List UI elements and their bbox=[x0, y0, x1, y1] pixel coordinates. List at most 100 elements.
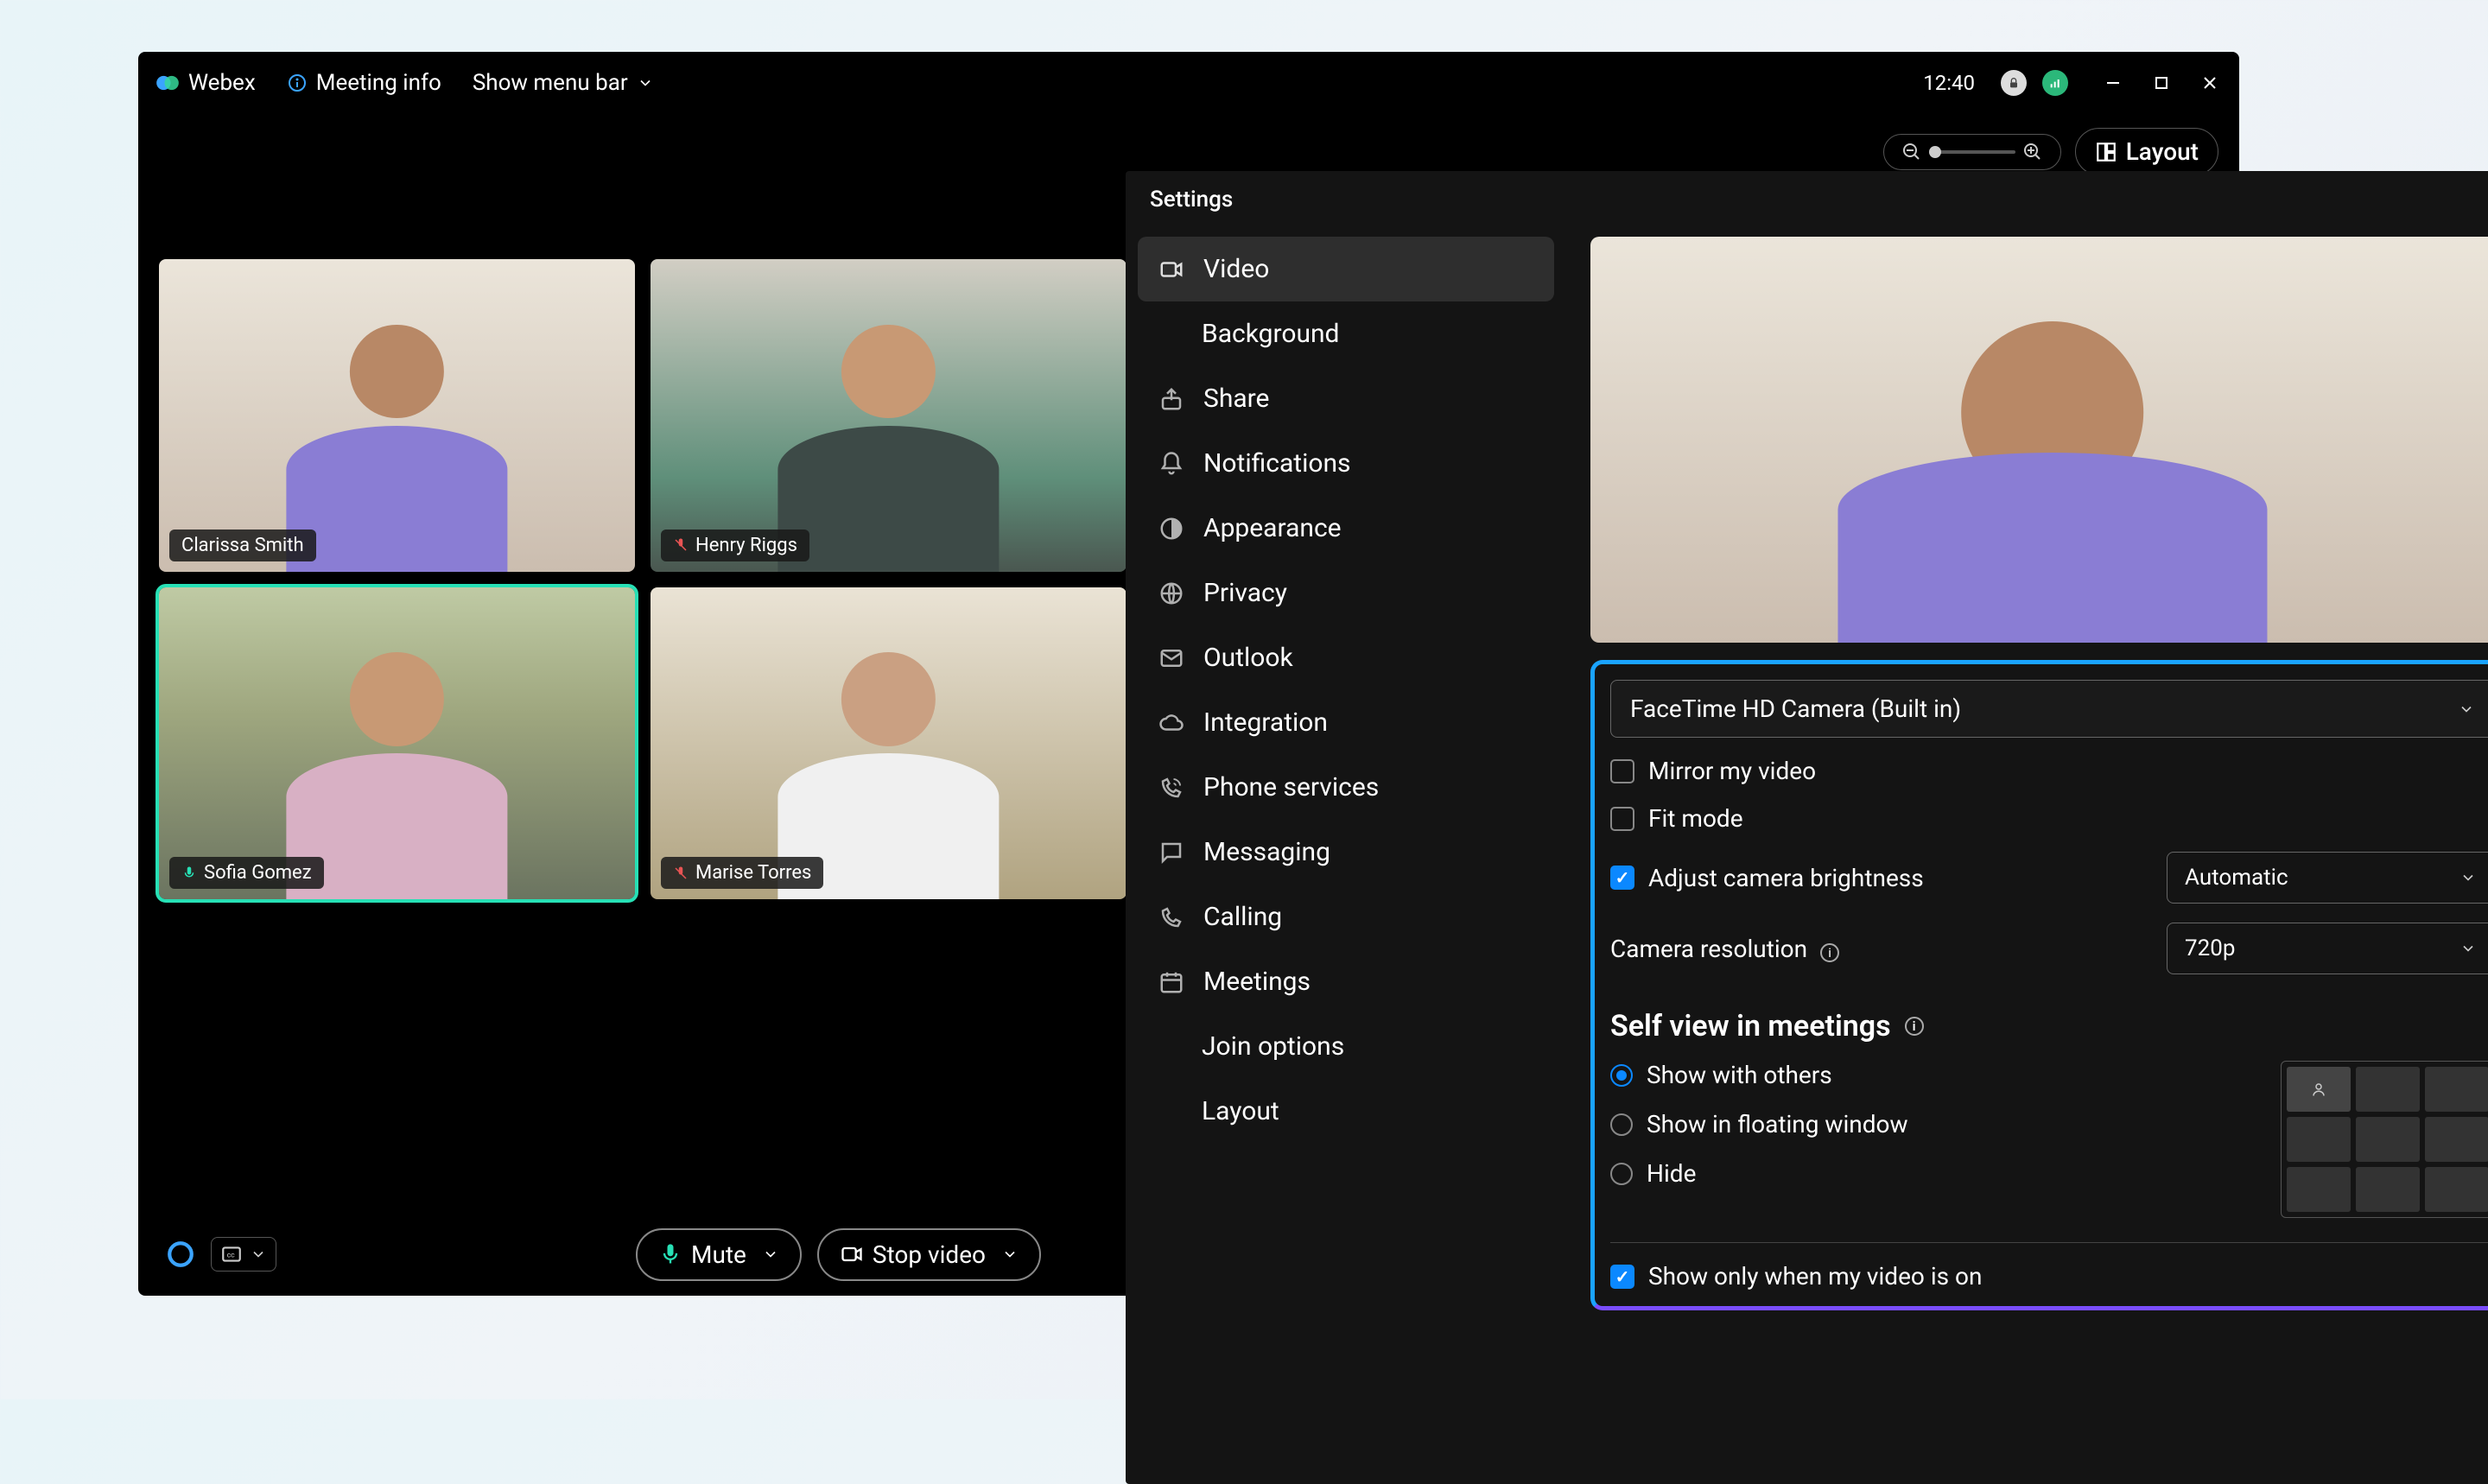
mirror-checkbox[interactable] bbox=[1610, 759, 1634, 783]
nav-privacy[interactable]: Privacy bbox=[1138, 561, 1554, 625]
nav-label: Join options bbox=[1202, 1031, 1344, 1062]
selfview-position-grid[interactable] bbox=[2281, 1061, 2488, 1218]
info-icon[interactable]: i bbox=[1820, 943, 1839, 962]
webex-logo-icon bbox=[156, 71, 180, 95]
grid-position[interactable] bbox=[2287, 1167, 2351, 1212]
selfview-option-hide[interactable]: Hide bbox=[1610, 1159, 2281, 1188]
participant-name: Henry Riggs bbox=[695, 535, 797, 556]
nav-label: Video bbox=[1203, 254, 1269, 284]
show-menu-label: Show menu bar bbox=[473, 70, 628, 96]
grid-position[interactable] bbox=[2425, 1067, 2488, 1112]
close-button[interactable] bbox=[2198, 71, 2222, 95]
window-controls bbox=[2101, 71, 2222, 95]
participant-tile[interactable]: Henry Riggs bbox=[651, 259, 1127, 572]
grid-position[interactable] bbox=[2356, 1117, 2420, 1162]
nav-video[interactable]: Video bbox=[1138, 237, 1554, 301]
share-icon bbox=[1158, 386, 1184, 412]
mute-button[interactable]: Mute bbox=[636, 1228, 802, 1281]
titlebar: Webex Meeting info Show menu bar 12:40 bbox=[138, 52, 2239, 114]
appearance-icon bbox=[1158, 516, 1184, 542]
participant-name-pill: Sofia Gomez bbox=[169, 857, 324, 889]
nav-label: Appearance bbox=[1203, 513, 1342, 543]
participant-name-pill: Marise Torres bbox=[661, 857, 823, 889]
minimize-button[interactable] bbox=[2101, 71, 2125, 95]
nav-appearance[interactable]: Appearance bbox=[1138, 496, 1554, 561]
globe-icon bbox=[1158, 580, 1184, 606]
mirror-label: Mirror my video bbox=[1648, 757, 2488, 785]
stop-video-button[interactable]: Stop video bbox=[817, 1228, 1041, 1281]
nav-share[interactable]: Share bbox=[1138, 366, 1554, 431]
participant-name: Clarissa Smith bbox=[181, 535, 304, 556]
stop-video-label: Stop video bbox=[873, 1240, 986, 1269]
info-icon[interactable]: i bbox=[1905, 1017, 1924, 1036]
captions-button[interactable]: cc bbox=[211, 1237, 276, 1272]
radio-button[interactable] bbox=[1610, 1113, 1633, 1136]
phone-icon bbox=[1158, 904, 1184, 930]
grid-position[interactable] bbox=[2287, 1117, 2351, 1162]
nav-notifications[interactable]: Notifications bbox=[1138, 431, 1554, 496]
clock-time: 12:40 bbox=[1923, 71, 1975, 95]
message-icon bbox=[1158, 840, 1184, 866]
zoom-out-icon bbox=[1901, 142, 1922, 162]
grid-position[interactable] bbox=[2425, 1117, 2488, 1162]
participant-name: Marise Torres bbox=[695, 862, 811, 884]
layout-icon bbox=[2095, 141, 2117, 163]
show-menu-button[interactable]: Show menu bar bbox=[473, 70, 654, 96]
security-lock-button[interactable] bbox=[2001, 70, 2027, 96]
grid-position[interactable] bbox=[2425, 1167, 2488, 1212]
selfview-option-floating[interactable]: Show in floating window bbox=[1610, 1110, 2281, 1138]
mirror-video-row: Mirror my video bbox=[1610, 757, 2488, 785]
layout-button[interactable]: Layout bbox=[2075, 128, 2218, 175]
chevron-down-icon bbox=[762, 1246, 779, 1263]
zoom-slider[interactable] bbox=[1883, 134, 2061, 170]
titlebar-right: 12:40 bbox=[1923, 70, 2222, 96]
participant-tile[interactable]: Clarissa Smith bbox=[159, 259, 635, 572]
resolution-value: 720p bbox=[2185, 935, 2235, 961]
nav-label: Outlook bbox=[1203, 643, 1293, 673]
person-icon bbox=[2311, 1081, 2326, 1097]
assistant-icon[interactable] bbox=[166, 1240, 195, 1269]
settings-title: Settings bbox=[1150, 187, 1233, 212]
nav-calling[interactable]: Calling bbox=[1138, 885, 1554, 949]
nav-background[interactable]: Background bbox=[1138, 301, 1554, 366]
participant-tile[interactable]: Marise Torres bbox=[651, 587, 1127, 900]
show-only-checkbox[interactable] bbox=[1610, 1265, 1634, 1289]
muted-mic-icon bbox=[673, 537, 689, 553]
brightness-checkbox[interactable] bbox=[1610, 866, 1634, 890]
app-logo-title[interactable]: Webex bbox=[156, 70, 256, 96]
nav-label: Integration bbox=[1203, 707, 1328, 738]
grid-position[interactable] bbox=[2356, 1067, 2420, 1112]
grid-position[interactable] bbox=[2356, 1167, 2420, 1212]
maximize-button[interactable] bbox=[2149, 71, 2174, 95]
settings-panel: ▲ FaceTime HD Camera (Built in) Mirror m… bbox=[1566, 228, 2488, 1484]
camera-select-dropdown[interactable]: FaceTime HD Camera (Built in) bbox=[1610, 680, 2488, 738]
nav-outlook[interactable]: Outlook bbox=[1138, 625, 1554, 690]
active-mic-icon bbox=[181, 866, 197, 881]
radio-label: Hide bbox=[1647, 1159, 1696, 1188]
camera-icon bbox=[1158, 257, 1184, 282]
selfview-section-title: Self view in meetings i bbox=[1610, 1009, 2488, 1043]
brightness-mode-dropdown[interactable]: Automatic bbox=[2167, 852, 2488, 904]
fit-checkbox[interactable] bbox=[1610, 807, 1634, 831]
network-status-button[interactable] bbox=[2042, 70, 2068, 96]
nav-label: Privacy bbox=[1203, 578, 1287, 608]
radio-button[interactable] bbox=[1610, 1163, 1633, 1185]
nav-join-options[interactable]: Join options bbox=[1138, 1014, 1554, 1079]
video-grid: Clarissa Smith Henry Riggs Sofia Gomez M… bbox=[159, 259, 1127, 899]
nav-phone-services[interactable]: Phone services bbox=[1138, 755, 1554, 820]
nav-label: Background bbox=[1202, 319, 1339, 349]
nav-layout[interactable]: Layout bbox=[1138, 1079, 1554, 1144]
chevron-down-icon bbox=[2459, 940, 2477, 957]
radio-button[interactable] bbox=[1610, 1064, 1633, 1087]
meeting-info-button[interactable]: Meeting info bbox=[287, 70, 441, 96]
participant-tile[interactable]: Sofia Gomez bbox=[159, 587, 635, 900]
nav-messaging[interactable]: Messaging bbox=[1138, 820, 1554, 885]
lock-icon bbox=[2007, 76, 2021, 90]
show-only-row: Show only when my video is on bbox=[1610, 1262, 2488, 1291]
nav-integration[interactable]: Integration bbox=[1138, 690, 1554, 755]
selfview-option-show-with-others[interactable]: Show with others bbox=[1610, 1061, 2281, 1089]
resolution-dropdown[interactable]: 720p bbox=[2167, 923, 2488, 974]
nav-meetings[interactable]: Meetings bbox=[1138, 949, 1554, 1014]
grid-position[interactable] bbox=[2287, 1067, 2351, 1112]
resolution-label: Camera resolution i bbox=[1610, 935, 2153, 963]
